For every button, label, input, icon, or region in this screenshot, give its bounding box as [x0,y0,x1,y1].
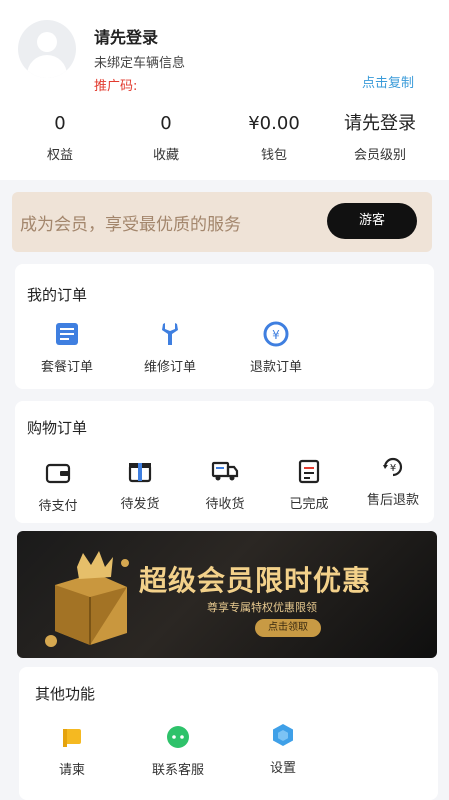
stat-favorites[interactable]: 0 收藏 [110,112,222,163]
vehicle-info: 未绑定车辆信息 [94,56,186,71]
vip-promo-banner[interactable]: 超级会员限时优惠 尊享专属特权优惠限领 点击领取 [17,531,437,658]
settings-icon [269,721,297,749]
function-label: 请柬 [58,763,85,778]
avatar-head [37,32,57,52]
my-orders-title: 我的订单 [27,286,88,304]
order-label: 套餐订单 [40,360,93,375]
order-label: 待支付 [38,499,78,514]
gift-box-icon [126,457,154,485]
stat-value: 请先登录 [344,113,416,134]
svg-text:¥: ¥ [390,463,396,474]
copy-link[interactable]: 点击复制 [362,72,414,91]
shopping-orders-card: 购物订单 待支付 待发货 待收货 已完成 ¥ 售后退款 [15,401,434,523]
refund-order-button[interactable]: ¥ 退款订单 [236,320,316,375]
other-functions-card: 其他功能 请柬 联系客服 设置 [19,667,438,800]
membership-strip: 成为会员，享受最优质的服务 游客 [12,192,432,252]
avatar-body [27,55,67,78]
banner-cta[interactable]: 点击领取 [255,619,321,637]
pending-payment-button[interactable]: 待支付 [18,459,98,514]
gift-crown-icon [45,551,129,647]
order-label: 待发货 [120,497,160,512]
my-orders-card: 我的订单 套餐订单 维修订单 ¥ 退款订单 [15,264,434,389]
pending-shipment-button[interactable]: 待发货 [100,457,180,512]
stat-label: 收藏 [152,148,179,163]
svg-text:¥: ¥ [272,328,280,342]
stat-wallet[interactable]: ¥0.00 钱包 [218,112,330,163]
order-label: 维修订单 [143,360,196,375]
stat-label: 会员级别 [353,148,406,163]
wallet-icon [44,459,72,487]
stat-label: 钱包 [260,148,287,163]
wrench-icon [156,320,184,348]
function-label: 联系客服 [151,763,204,778]
other-functions-title: 其他功能 [35,685,96,703]
order-label: 已完成 [289,497,329,512]
customer-service-button[interactable]: 联系客服 [138,723,218,778]
checklist-icon [295,457,323,485]
stat-value: 0 [160,113,172,134]
shopping-orders-title: 购物订单 [27,419,88,437]
stat-member-level[interactable]: 请先登录 会员级别 [324,112,436,163]
banner-title: 超级会员限时优惠 [139,564,372,597]
login-prompt[interactable]: 请先登录 [94,24,158,48]
after-sales-refund-button[interactable]: ¥ 售后退款 [353,453,433,508]
stat-label: 权益 [46,148,73,163]
refund-icon: ¥ [262,320,290,348]
invitation-button[interactable]: 请柬 [32,723,112,778]
stat-value: ¥0.00 [248,113,300,134]
banner-subtitle: 尊享专属特权优惠限领 [207,601,317,614]
flag-icon [58,723,86,751]
order-label: 售后退款 [366,493,419,508]
truck-icon [211,457,239,485]
stat-benefits[interactable]: 0 权益 [4,112,116,163]
order-label: 待收货 [205,497,245,512]
guest-button[interactable]: 游客 [327,203,417,239]
yuan-refund-icon: ¥ [379,453,407,481]
package-order-button[interactable]: 套餐订单 [27,320,107,375]
stat-value: 0 [54,113,66,134]
chat-icon [164,723,192,751]
promo-code-label: 推广码: [94,79,138,94]
pending-receipt-button[interactable]: 待收货 [185,457,265,512]
settings-button[interactable]: 设置 [243,721,323,776]
completed-button[interactable]: 已完成 [269,457,349,512]
package-order-icon [53,320,81,348]
order-label: 退款订单 [249,360,302,375]
avatar[interactable] [18,20,76,78]
function-label: 设置 [269,761,296,776]
membership-text: 成为会员，享受最优质的服务 [20,215,241,235]
repair-order-button[interactable]: 维修订单 [130,320,210,375]
